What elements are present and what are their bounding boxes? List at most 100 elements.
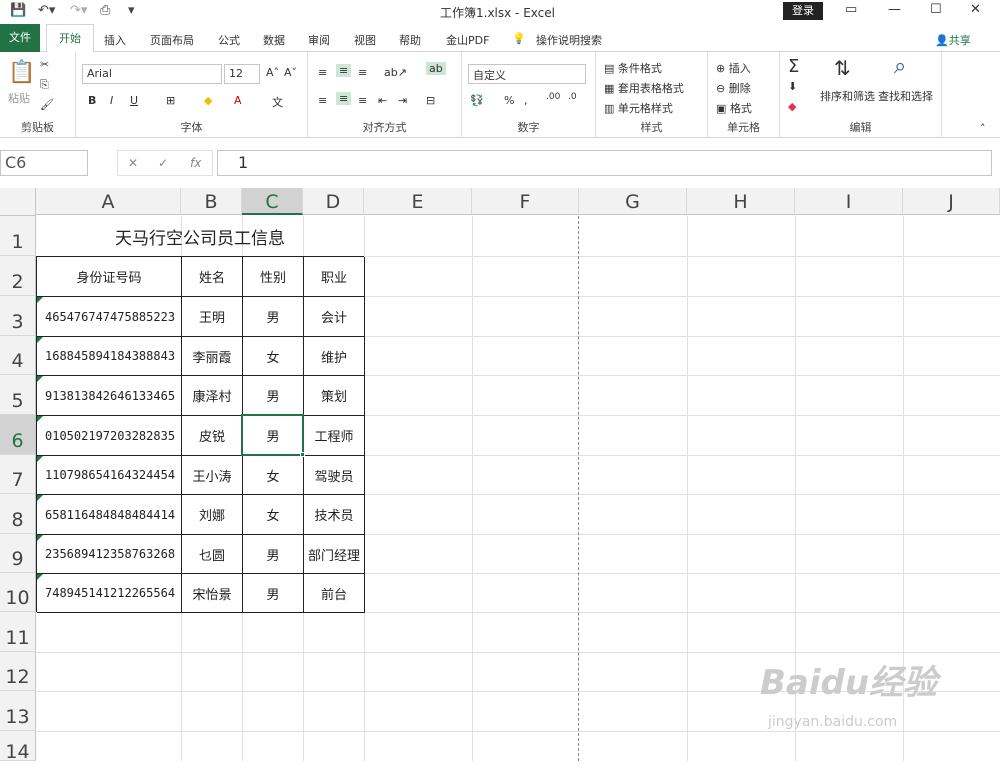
cell-job[interactable]: 工程师	[304, 416, 365, 456]
cell-id[interactable]: 010502197203282835	[37, 416, 182, 456]
clear-icon[interactable]: ◆	[788, 100, 796, 113]
cell-styles-button[interactable]: ▥ 单元格样式	[604, 100, 673, 116]
cell-gender[interactable]: 男	[243, 376, 304, 416]
row-header-13[interactable]: 13	[0, 691, 36, 731]
col-header-j[interactable]: J	[903, 188, 1000, 215]
italic-button[interactable]: I	[110, 94, 113, 107]
format-table-button[interactable]: ▦ 套用表格格式	[604, 80, 684, 96]
row-header-14[interactable]: 14	[0, 731, 36, 763]
merge-center-icon[interactable]: ⊟	[426, 94, 435, 107]
header-job[interactable]: 职业	[304, 257, 365, 297]
col-header-d[interactable]: D	[303, 188, 364, 215]
decrease-indent-icon[interactable]: ⇤	[378, 94, 387, 107]
cell-id[interactable]: 658116484848484414	[37, 495, 182, 535]
error-indicator-icon[interactable]	[37, 337, 43, 343]
cell-name[interactable]: 王小涛	[182, 456, 243, 495]
sort-filter-button[interactable]: 排序和筛选	[820, 88, 875, 104]
row-header-10[interactable]: 10	[0, 573, 36, 612]
error-indicator-icon[interactable]	[37, 297, 43, 303]
row-header-4[interactable]: 4	[0, 336, 36, 375]
find-select-button[interactable]: 查找和选择	[878, 88, 933, 104]
insert-cells-button[interactable]: ⊕ 插入	[716, 60, 751, 76]
tab-view[interactable]: 视图	[354, 32, 376, 48]
row-header-6[interactable]: 6	[0, 415, 36, 455]
collapse-ribbon-icon[interactable]: ˄	[980, 122, 986, 135]
cell-id[interactable]: 235689412358763268	[37, 535, 182, 574]
decrease-decimal-icon[interactable]: .0	[568, 92, 577, 102]
cell-job[interactable]: 策划	[304, 376, 365, 416]
redo-icon[interactable]: ↷▾	[70, 3, 87, 18]
undo-icon[interactable]: ↶▾	[38, 3, 55, 18]
tell-me-search[interactable]: 操作说明搜索	[536, 32, 602, 48]
font-color-icon[interactable]: A	[234, 94, 242, 107]
wrap-text-icon[interactable]: ab	[426, 62, 446, 75]
col-header-a[interactable]: A	[36, 188, 181, 215]
fx-icon[interactable]: fx	[190, 156, 201, 170]
select-all-button[interactable]	[0, 188, 36, 216]
border-icon[interactable]: ⊞	[166, 94, 175, 107]
error-indicator-icon[interactable]	[37, 495, 43, 501]
cell-id[interactable]: 748945141212265564	[37, 574, 182, 613]
comma-icon[interactable]: ,	[524, 94, 528, 107]
cell-name[interactable]: 王明	[182, 297, 243, 337]
format-painter-icon[interactable]: 🖌	[40, 98, 54, 111]
row-header-5[interactable]: 5	[0, 375, 36, 415]
paste-icon[interactable]: 📋	[8, 60, 35, 85]
cell-gender[interactable]: 女	[243, 495, 304, 535]
login-button[interactable]: 登录	[783, 2, 823, 20]
font-size-select[interactable]: 12	[224, 64, 260, 84]
row-header-9[interactable]: 9	[0, 534, 36, 573]
cut-icon[interactable]: ✂	[40, 58, 49, 71]
percent-icon[interactable]: %	[504, 94, 514, 107]
cell-name[interactable]: 刘娜	[182, 495, 243, 535]
align-middle-icon[interactable]: ≡	[336, 64, 352, 77]
row-header-7[interactable]: 7	[0, 455, 36, 494]
row-header-2[interactable]: 2	[0, 256, 36, 296]
save-icon[interactable]: 💾	[10, 3, 26, 18]
cell-name[interactable]: 乜圆	[182, 535, 243, 574]
align-top-icon[interactable]: ≡	[318, 66, 327, 79]
cell-name[interactable]: 李丽霞	[182, 337, 243, 376]
col-header-e[interactable]: E	[364, 188, 472, 215]
cancel-icon[interactable]: ✕	[128, 156, 138, 170]
error-indicator-icon[interactable]	[37, 535, 43, 541]
cell-job[interactable]: 维护	[304, 337, 365, 376]
close-button[interactable]: ✕	[970, 2, 981, 17]
find-icon[interactable]: ⌕	[894, 54, 906, 79]
customize-qat-icon[interactable]: ▾	[128, 3, 135, 18]
fill-icon[interactable]: ⬇	[788, 80, 797, 93]
col-header-h[interactable]: H	[687, 188, 795, 215]
tab-page-layout[interactable]: 页面布局	[150, 32, 194, 48]
row-header-11[interactable]: 11	[0, 612, 36, 652]
align-right-icon[interactable]: ≡	[358, 94, 367, 107]
tab-home[interactable]: 开始	[46, 24, 94, 53]
cell-gender[interactable]: 男	[243, 574, 304, 613]
enter-icon[interactable]: ✓	[158, 156, 168, 170]
tab-pdf[interactable]: 金山PDF	[446, 32, 489, 48]
col-header-g[interactable]: G	[579, 188, 687, 215]
copy-icon[interactable]: ⎘	[40, 78, 49, 92]
row-header-1[interactable]: 1	[0, 216, 36, 256]
align-left-icon[interactable]: ≡	[318, 94, 327, 107]
increase-indent-icon[interactable]: ⇥	[398, 94, 407, 107]
error-indicator-icon[interactable]	[37, 574, 43, 580]
cell-job[interactable]: 前台	[304, 574, 365, 613]
sheet-title[interactable]: 天马行空公司员工信息	[36, 224, 364, 249]
orientation-icon[interactable]: ab↗	[384, 66, 407, 79]
cell-name[interactable]: 皮锐	[182, 416, 243, 456]
increase-decimal-icon[interactable]: .00	[546, 92, 560, 102]
header-name[interactable]: 姓名	[182, 257, 243, 297]
cell-gender[interactable]: 女	[243, 337, 304, 376]
maximize-button[interactable]: ☐	[930, 2, 942, 17]
cell-id[interactable]: 168845894184388843	[37, 337, 182, 376]
error-indicator-icon[interactable]	[37, 376, 43, 382]
header-id[interactable]: 身份证号码	[37, 257, 182, 297]
col-header-b[interactable]: B	[181, 188, 242, 215]
accounting-icon[interactable]: 💱	[470, 94, 484, 107]
col-header-i[interactable]: I	[795, 188, 903, 215]
phonetic-icon[interactable]: 文	[272, 94, 283, 110]
tab-formulas[interactable]: 公式	[218, 32, 240, 48]
cell-gender[interactable]: 男	[243, 535, 304, 574]
cell-gender[interactable]: 男	[243, 297, 304, 337]
conditional-format-button[interactable]: ▤ 条件格式	[604, 60, 662, 76]
